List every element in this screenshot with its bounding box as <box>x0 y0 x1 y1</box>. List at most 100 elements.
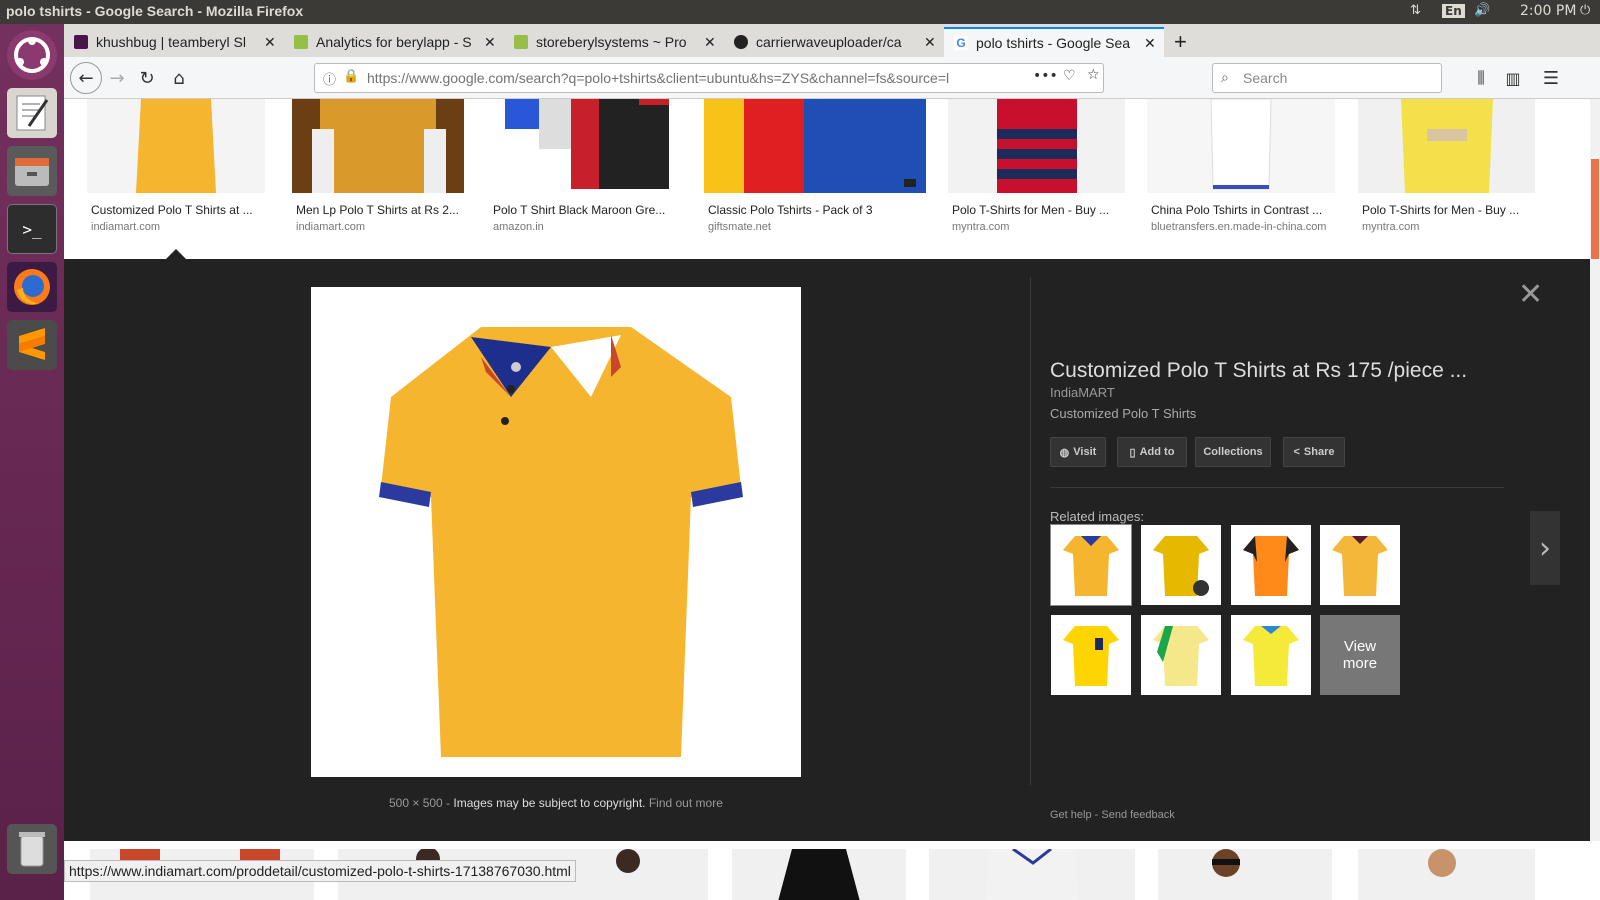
result-thumbnail[interactable] <box>292 99 464 193</box>
share-label: Share <box>1303 446 1335 458</box>
related-image[interactable] <box>1141 525 1221 605</box>
tab-label: khushbug | teamberyl Sl <box>96 34 246 50</box>
page-actions-icon[interactable]: ••• <box>1033 68 1058 84</box>
nav-toolbar: ← → ↻ ⌂ ⓘ 🔒 https://www.google.com/searc… <box>64 57 1600 99</box>
find-out-more-link[interactable]: Find out more <box>649 796 723 810</box>
preview-source: IndiaMART <box>1050 385 1115 400</box>
related-image[interactable] <box>1051 525 1131 605</box>
result-domain: amazon.in <box>493 221 544 233</box>
result-caption[interactable]: Classic Polo Tshirts - Pack of 3 <box>708 203 926 217</box>
result-thumbnail[interactable] <box>704 99 926 193</box>
result-thumbnail[interactable] <box>1147 99 1335 193</box>
reload-button[interactable]: ↻ <box>134 65 160 91</box>
collections-button[interactable]: Collections <box>1195 437 1271 467</box>
bookmark-icon: ▯ <box>1129 446 1136 459</box>
result-caption[interactable]: Customized Polo T Shirts at ... <box>91 203 265 217</box>
related-images-label: Related images: <box>1050 509 1144 524</box>
result-thumbnail[interactable] <box>489 99 679 193</box>
url-text[interactable]: https://www.google.com/search?q=polo+tsh… <box>367 70 987 86</box>
trash-icon[interactable] <box>7 824 57 874</box>
file-manager-icon[interactable] <box>7 146 57 196</box>
close-tab-icon[interactable]: ✕ <box>704 34 716 51</box>
keyboard-lang-indicator[interactable]: En <box>1442 4 1465 18</box>
send-feedback-link[interactable]: Send feedback <box>1101 809 1174 821</box>
result-card[interactable]: Customized Polo T Shirts at ... indiamar… <box>87 99 265 233</box>
result-thumbnail[interactable] <box>948 99 1125 193</box>
share-button[interactable]: < Share <box>1283 437 1345 467</box>
forward-button[interactable]: → <box>104 65 130 91</box>
result-caption[interactable]: Polo T-Shirts for Men - Buy ... <box>1362 203 1535 217</box>
result-card[interactable]: Polo T-Shirts for Men - Buy ... myntra.c… <box>948 99 1125 233</box>
menu-icon[interactable]: ☰ <box>1538 65 1564 91</box>
sidebar-icon[interactable]: ▥ <box>1500 65 1526 91</box>
result-thumbnail[interactable] <box>1358 99 1535 193</box>
page-scrollbar-thumb[interactable] <box>1591 159 1599 259</box>
ubuntu-dash-icon[interactable] <box>7 30 57 80</box>
preview-title[interactable]: Customized Polo T Shirts at Rs 175 /piec… <box>1050 359 1467 383</box>
related-image[interactable] <box>1231 525 1311 605</box>
volume-icon[interactable]: 🔊 <box>1474 3 1490 18</box>
text-editor-icon[interactable] <box>7 88 57 138</box>
network-icon[interactable]: ⇅ <box>1410 3 1421 18</box>
result-card[interactable]: Polo T-Shirts for Men - Buy ... myntra.c… <box>1358 99 1535 233</box>
close-tab-icon[interactable]: ✕ <box>264 34 276 51</box>
result-caption[interactable]: China Polo Tshirts in Contrast ... <box>1151 203 1335 217</box>
related-image[interactable] <box>1320 525 1400 605</box>
window-title: polo tshirts - Google Search - Mozilla F… <box>6 3 304 19</box>
home-icon[interactable]: ⌂ <box>166 65 192 91</box>
result-card[interactable]: Men Lp Polo T Shirts at Rs 2... indiamar… <box>292 99 464 233</box>
close-tab-icon[interactable]: ✕ <box>484 34 496 51</box>
back-button[interactable]: ← <box>70 62 102 94</box>
result-thumbnail[interactable] <box>1358 849 1535 900</box>
result-domain: bluetransfers.en.made-in-china.com <box>1151 221 1327 233</box>
close-tab-icon[interactable]: ✕ <box>1144 35 1156 52</box>
result-thumbnail[interactable] <box>1158 849 1332 900</box>
sublime-text-icon[interactable] <box>7 320 57 370</box>
result-caption[interactable]: Men Lp Polo T Shirts at Rs 2... <box>296 203 464 217</box>
terminal-icon[interactable]: >_ <box>7 204 57 254</box>
view-more-label: View more <box>1342 638 1378 672</box>
tab-slack[interactable]: khushbug | teamberyl Sl ✕ <box>64 27 282 57</box>
tab-analytics[interactable]: Analytics for berylapp - S ✕ <box>284 27 502 57</box>
result-thumbnail[interactable] <box>87 99 265 193</box>
result-domain: myntra.com <box>952 221 1010 233</box>
result-card[interactable]: China Polo Tshirts in Contrast ... bluet… <box>1147 99 1335 233</box>
clock[interactable]: 2:00 PM <box>1520 3 1576 19</box>
result-card[interactable]: Classic Polo Tshirts - Pack of 3 giftsma… <box>704 99 926 233</box>
tab-github[interactable]: carrierwaveuploader/ca ✕ <box>724 27 942 57</box>
related-image[interactable] <box>1231 615 1311 695</box>
tab-bar: khushbug | teamberyl Sl ✕ Analytics for … <box>64 24 1600 57</box>
system-top-bar: polo tshirts - Google Search - Mozilla F… <box>0 0 1600 24</box>
visit-button[interactable]: ◍ Visit <box>1050 437 1106 467</box>
preview-image[interactable] <box>311 287 801 777</box>
close-panel-icon[interactable]: ✕ <box>1518 277 1543 312</box>
result-caption[interactable]: Polo T Shirt Black Maroon Gre... <box>493 203 679 217</box>
search-input[interactable]: ⌕ Search <box>1212 63 1442 93</box>
related-image[interactable] <box>1141 615 1221 695</box>
view-more-tile[interactable]: View more <box>1320 615 1400 695</box>
url-bar[interactable]: ⓘ 🔒 https://www.google.com/search?q=polo… <box>314 63 1104 93</box>
add-to-button[interactable]: ▯ Add to <box>1117 437 1187 467</box>
get-help-link[interactable]: Get help <box>1050 809 1092 821</box>
library-icon[interactable]: ⫼ <box>1468 65 1494 91</box>
collections-label: Collections <box>1203 446 1263 458</box>
tab-label: Analytics for berylapp - S <box>316 34 472 50</box>
pocket-icon[interactable]: ♡ <box>1063 68 1076 84</box>
copyright-notice: Images may be subject to copyright. <box>453 796 646 810</box>
new-tab-button[interactable]: + <box>1168 27 1187 57</box>
shopify-favicon-icon <box>294 35 308 49</box>
power-icon[interactable]: ⏻ <box>1580 3 1590 18</box>
tab-label: carrierwaveuploader/ca <box>756 34 902 50</box>
tab-google-active[interactable]: G polo tshirts - Google Sea ✕ <box>944 27 1164 57</box>
result-thumbnail[interactable] <box>732 849 906 900</box>
result-caption[interactable]: Polo T-Shirts for Men - Buy ... <box>952 203 1125 217</box>
bookmark-star-icon[interactable]: ☆ <box>1087 67 1100 83</box>
result-thumbnail[interactable] <box>929 849 1135 900</box>
next-image-icon[interactable]: › <box>1530 511 1560 585</box>
result-card[interactable]: Polo T Shirt Black Maroon Gre... amazon.… <box>489 99 679 233</box>
related-image[interactable] <box>1051 615 1131 695</box>
tab-storeberyl[interactable]: storeberylsystems ~ Pro ✕ <box>504 27 722 57</box>
info-icon[interactable]: ⓘ <box>323 69 336 88</box>
close-tab-icon[interactable]: ✕ <box>924 34 936 51</box>
firefox-icon[interactable] <box>7 262 57 312</box>
